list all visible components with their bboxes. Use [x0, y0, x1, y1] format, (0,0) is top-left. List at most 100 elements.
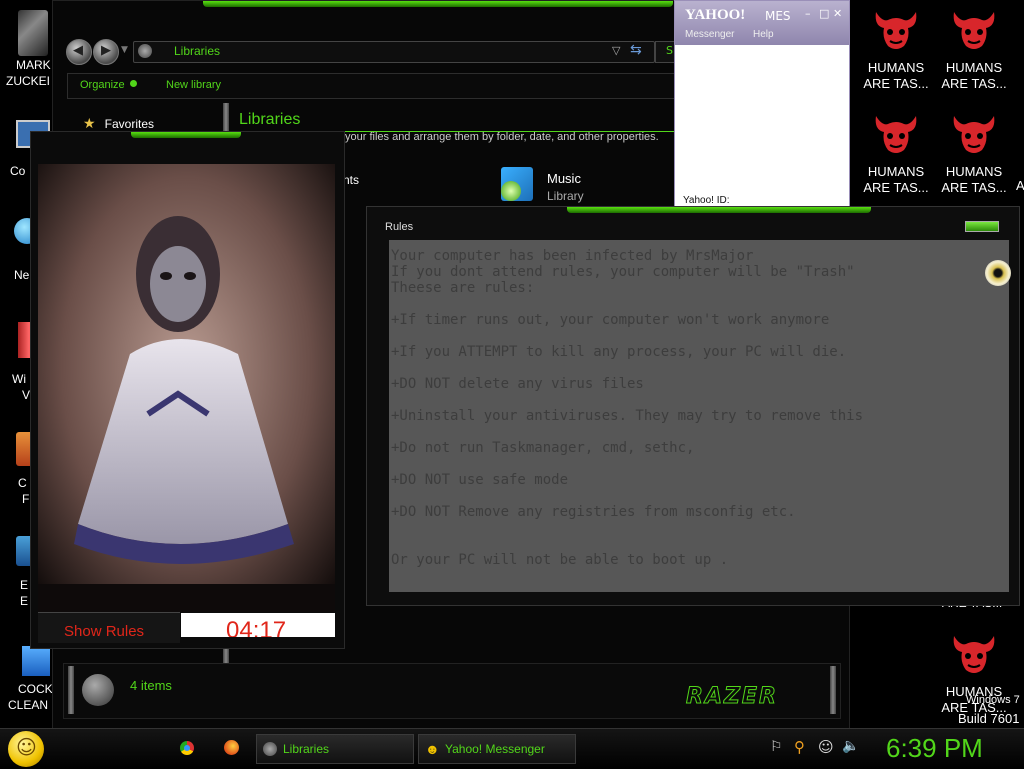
- library-item-documents-partial[interactable]: nts: [343, 173, 359, 187]
- task-yahoo-messenger[interactable]: ☻ Yahoo! Messenger: [418, 734, 576, 764]
- back-button[interactable]: ◀: [66, 39, 92, 65]
- desktop-icon-label: Ne: [14, 268, 30, 282]
- desktop-icon-label: E: [20, 578, 29, 592]
- demon-face-icon: [953, 12, 995, 49]
- yahoo-menu-help[interactable]: Help: [753, 29, 774, 40]
- task-libraries[interactable]: Libraries: [256, 734, 414, 764]
- show-rules-label: Show Rules: [64, 623, 145, 640]
- messenger-tray-icon[interactable]: ☺: [818, 738, 834, 756]
- desktop-icon-label: MARK: [16, 58, 51, 72]
- desktop-icon-humans[interactable]: HUMANS ARE TAS...: [938, 112, 1010, 196]
- music-library-title: Music: [547, 171, 581, 186]
- cleaner-icon: [22, 646, 50, 676]
- star-icon: ★: [83, 116, 96, 132]
- ghost-girl-image: [38, 164, 335, 612]
- details-pane: 4 items RAZER: [63, 663, 841, 719]
- start-button[interactable]: ☺: [8, 731, 44, 767]
- rule-line: +DO NOT delete any virus files: [391, 376, 644, 392]
- rule-line: Theese are rules:: [391, 280, 535, 296]
- refresh-icon[interactable]: ⇆: [630, 42, 642, 58]
- yahoo-logo: YAHOO!: [685, 7, 746, 23]
- desktop-icon-label: HUMANS: [867, 60, 925, 75]
- address-bar[interactable]: Libraries ▽ ⇆: [133, 41, 655, 63]
- desktop-icon-label: CLEAN: [8, 698, 49, 712]
- breadcrumb[interactable]: Libraries: [174, 44, 220, 58]
- desktop-icon-label-partial: A: [1016, 178, 1024, 193]
- rule-line: Your computer has been infected by MrsMa…: [391, 248, 754, 264]
- minimize-button[interactable]: –: [805, 7, 811, 20]
- volume-icon[interactable]: 🔈: [842, 738, 859, 754]
- address-dropdown-icon[interactable]: ▽: [612, 44, 620, 57]
- desktop-icon-label: ZUCKEI: [6, 74, 51, 88]
- desktop-icon-label: HUMANS: [945, 60, 1003, 75]
- desktop-icon-humans[interactable]: HUMANS ARE TAS...: [860, 112, 932, 196]
- nav-history-chevron-icon[interactable]: ▼: [121, 45, 128, 55]
- countdown-value: 04:17: [226, 617, 287, 637]
- watermark-line2: Build 7601: [958, 711, 1020, 726]
- organize-button[interactable]: Organize: [80, 79, 125, 91]
- taskbar: ☺ Libraries ☻ Yahoo! Messenger ⚐ ⚲ ☺ 🔈 6…: [0, 728, 1024, 769]
- library-heading: Libraries: [239, 111, 301, 128]
- task-label: Yahoo! Messenger: [445, 742, 545, 756]
- nav-favorites[interactable]: ★ Favorites: [83, 113, 154, 132]
- rules-close-button[interactable]: [965, 221, 999, 232]
- desktop-icon-label: ARE TAS...: [863, 76, 929, 91]
- countdown-timer: 04:17: [181, 613, 335, 637]
- rule-line: +Do not run Taskmanager, cmd, sethc,: [391, 440, 695, 456]
- desktop-icon-label: ARE TAS...: [863, 180, 929, 195]
- new-library-button[interactable]: New library: [166, 79, 221, 91]
- yahoo-smiley-icon: ☻: [425, 741, 440, 757]
- yahoo-titlebar: YAHOO! MES – □ ✕ Messenger Help: [675, 1, 849, 45]
- desktop-icon-label: ARE TAS...: [941, 180, 1007, 195]
- watermark-line1: Windows 7: [966, 694, 1020, 706]
- demon-face-icon: [953, 116, 995, 153]
- eye-icon: [985, 260, 1011, 286]
- music-library-subtitle: Library: [547, 189, 584, 203]
- desktop-icon-label: HUMANS: [867, 164, 925, 179]
- clock[interactable]: 6:39 PM: [886, 733, 983, 764]
- maximize-button[interactable]: □: [819, 7, 829, 20]
- library-icon: [138, 44, 152, 58]
- user-folder-icon: [18, 10, 48, 56]
- yahoo-messenger-window: YAHOO! MES – □ ✕ Messenger Help Yahoo! I…: [674, 0, 850, 208]
- rule-line: +Uninstall your antiviruses. They may tr…: [391, 408, 864, 424]
- show-rules-button[interactable]: Show Rules: [38, 612, 180, 643]
- forward-button[interactable]: ▶: [93, 39, 119, 65]
- yahoo-menu-messenger[interactable]: Messenger: [685, 29, 734, 40]
- desktop-icon-label: V: [22, 388, 31, 402]
- library-icon: [263, 742, 277, 756]
- desktop-icon-label: HUMANS: [945, 164, 1003, 179]
- desktop-icon-cockroach-cleaner[interactable]: COCK CLEAN: [0, 644, 56, 714]
- yahoo-id-label: Yahoo! ID:: [683, 195, 730, 206]
- music-library-icon: [501, 167, 533, 201]
- ghost-girl-picture: [38, 164, 335, 612]
- action-center-icon[interactable]: ⚐: [770, 739, 783, 755]
- rule-line: +DO NOT Remove any registries from mscon…: [391, 504, 796, 520]
- rules-title: Rules: [385, 221, 414, 233]
- ghost-accent-bar: [131, 132, 241, 138]
- forward-arrow-icon: ▶: [101, 43, 111, 58]
- yahoo-title-suffix: MES: [765, 9, 791, 23]
- desktop-icon-label: ARE TAS...: [941, 76, 1007, 91]
- search-tray-icon[interactable]: ⚲: [794, 738, 805, 756]
- rule-line: +If you ATTEMPT to kill any process, you…: [391, 344, 847, 360]
- library-item-music[interactable]: Music Library: [499, 165, 679, 205]
- close-button[interactable]: ✕: [833, 7, 842, 20]
- demon-face-icon: [875, 116, 917, 153]
- details-left-edge: [68, 666, 74, 714]
- smiley-icon: ☺: [16, 735, 37, 759]
- item-count: 4 items: [130, 678, 172, 693]
- razer-logo: RAZER: [686, 684, 778, 710]
- firefox-icon[interactable]: [224, 740, 239, 755]
- command-bar: Organize New library: [67, 73, 679, 99]
- rule-line: +DO NOT use safe mode: [391, 472, 569, 488]
- desktop-icon-label: F: [22, 492, 30, 506]
- chrome-icon[interactable]: [180, 741, 194, 755]
- demon-face-icon: [953, 636, 995, 673]
- desktop-icon-label: Wi: [12, 372, 26, 386]
- desktop-icon-mark[interactable]: MARK ZUCKEI: [0, 6, 56, 92]
- desktop-icon-humans[interactable]: HUMANS ARE TAS...: [860, 8, 932, 92]
- nav-favorites-label: Favorites: [104, 117, 155, 131]
- desktop-icon-humans[interactable]: HUMANS ARE TAS...: [938, 8, 1010, 92]
- desktop-icon-label: Co: [10, 164, 26, 178]
